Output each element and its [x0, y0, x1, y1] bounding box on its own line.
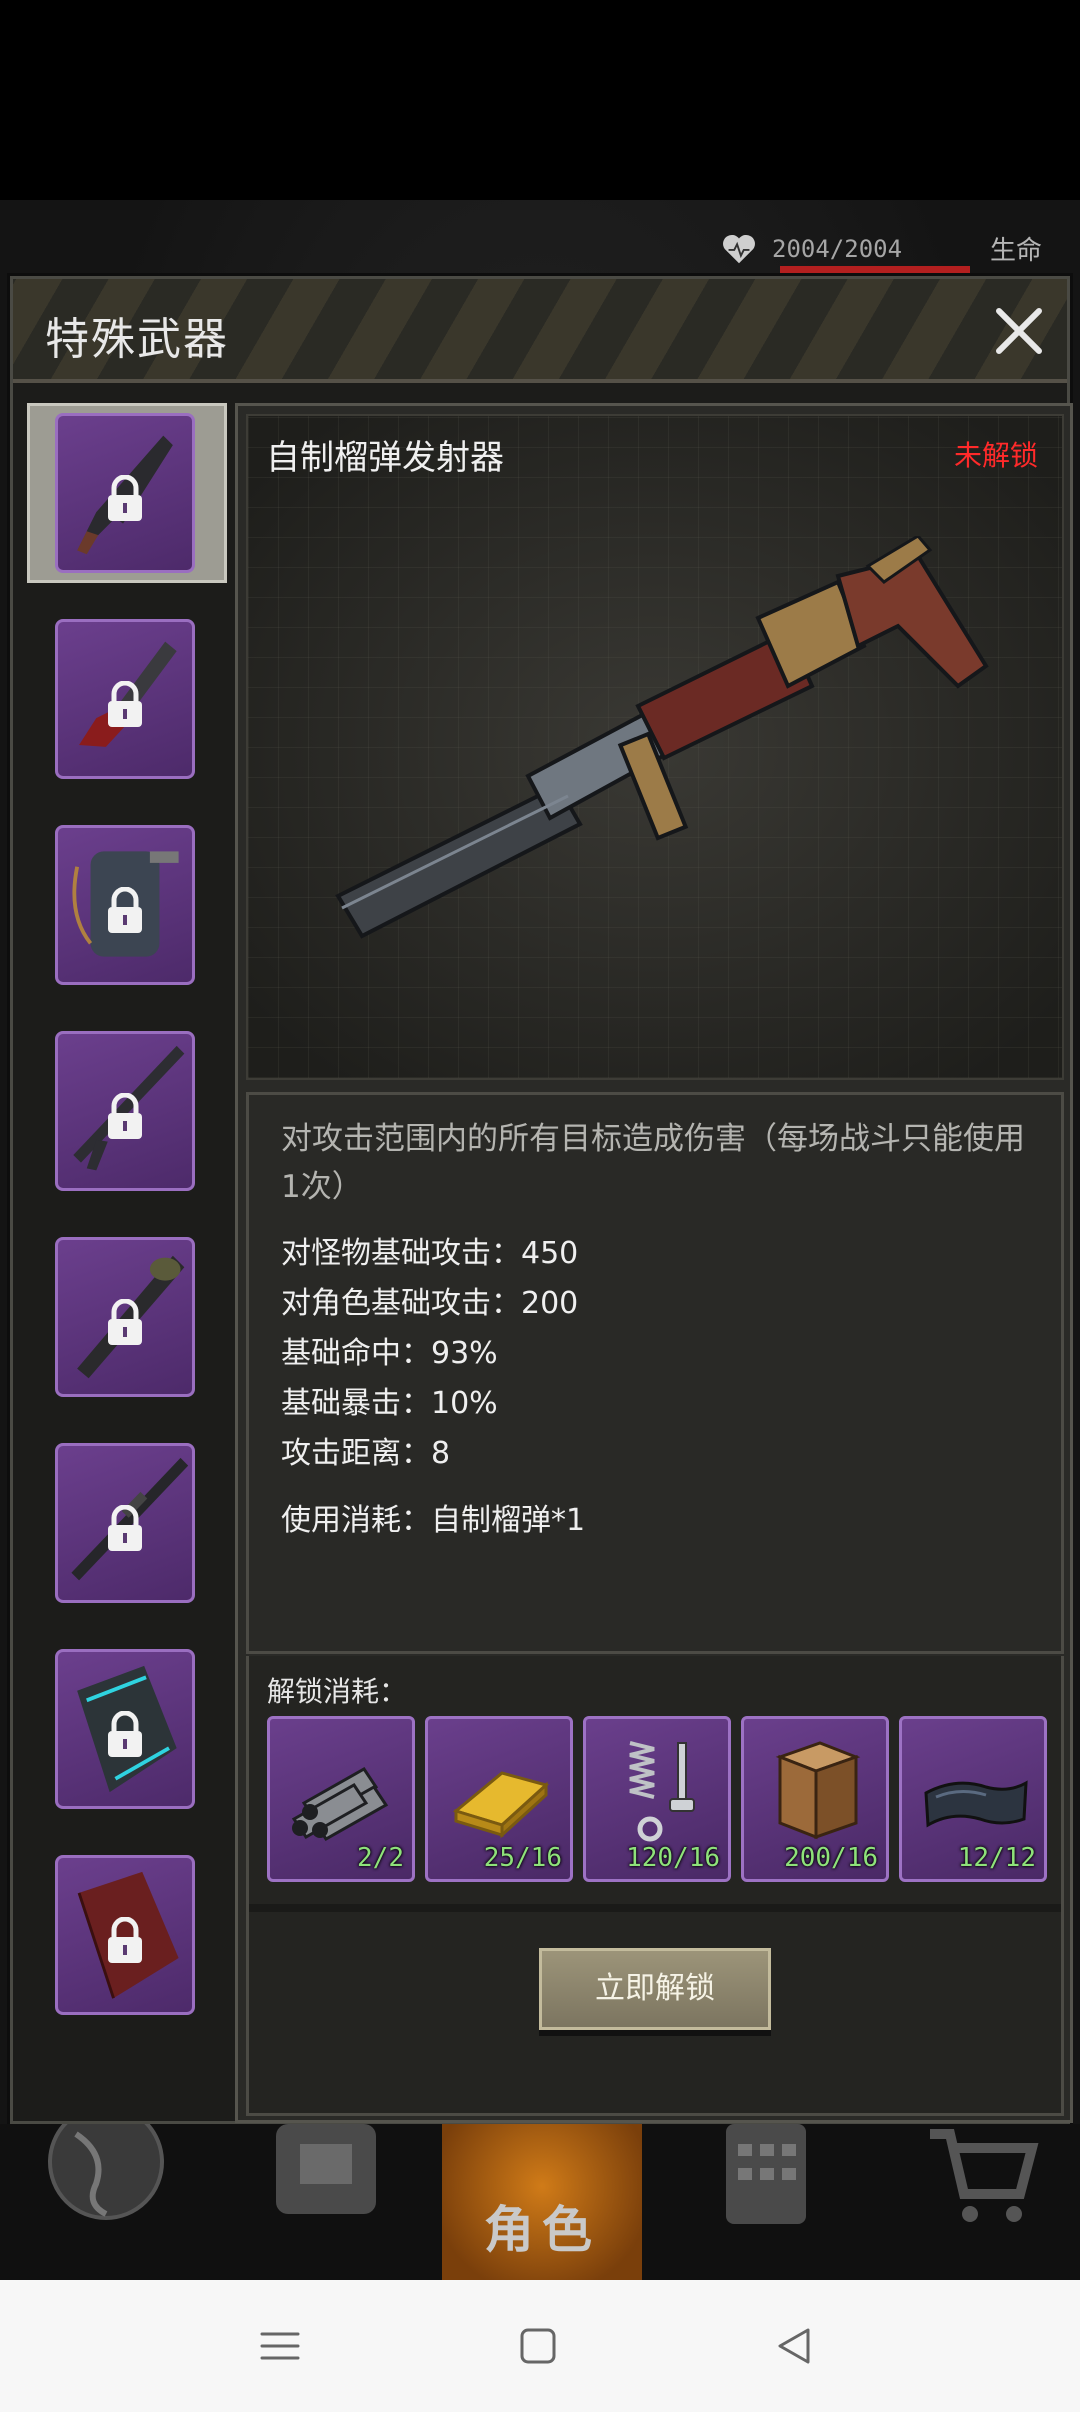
- shopping-cart-icon: [930, 2129, 1039, 2222]
- hp-value: 2004/2004: [772, 235, 903, 263]
- material-slot-wood[interactable]: 200/16: [741, 1716, 889, 1882]
- material-count: 12/12: [957, 1843, 1036, 1873]
- wood-block-icon: [775, 1741, 861, 1840]
- use-cost: 使用消耗：自制榴弹*1: [281, 1503, 586, 1538]
- dialog-title: 特殊武器: [45, 314, 229, 365]
- lock-icon: [108, 1505, 142, 1551]
- cloth-icon: [924, 1780, 1028, 1828]
- weapon-description: 对攻击范围内的所有目标造成伤害（每场战斗只能使用1次）: [281, 1121, 1025, 1205]
- weapon-preview: 自制榴弹发射器 未解锁: [246, 414, 1064, 1080]
- menu-button[interactable]: [250, 2316, 310, 2376]
- material-slot-cloth[interactable]: 12/12: [899, 1716, 1047, 1882]
- weapon-slot-sniper[interactable]: [55, 1443, 195, 1603]
- weapon-info: 对攻击范围内的所有目标造成伤害（每场战斗只能使用1次） 对怪物基础攻击：450 …: [246, 1092, 1064, 1654]
- lock-status-label: 未解锁: [953, 439, 1038, 472]
- spring-bolt-icon: [629, 1741, 695, 1842]
- tab-world-map[interactable]: [46, 2104, 166, 2280]
- material-slot-gold[interactable]: 25/16: [425, 1716, 573, 1882]
- lock-icon: [108, 1711, 142, 1757]
- stat-range: 攻击距离：8: [281, 1436, 451, 1471]
- bottom-tab-bar: 角色: [0, 2104, 1080, 2280]
- material-count: 25/16: [483, 1843, 562, 1873]
- tab-shop[interactable]: [920, 2124, 1040, 2280]
- system-nav-bar: [0, 2280, 1080, 2412]
- back-triangle-icon: [778, 2328, 810, 2364]
- backpack-icon: [276, 2124, 376, 2214]
- weapon-list: [23, 403, 235, 2123]
- close-icon: [996, 308, 1042, 354]
- grenade-launcher-image: [335, 536, 989, 939]
- tab-character[interactable]: 角色: [442, 2124, 642, 2280]
- stat-hit-rate: 基础命中：93%: [281, 1336, 498, 1371]
- stat-monster-attack: 对怪物基础攻击：450: [281, 1236, 579, 1271]
- weapon-slot-cyan-crate[interactable]: [55, 1649, 195, 1809]
- unlock-now-button[interactable]: 立即解锁: [539, 1948, 771, 2030]
- menu-icon: [260, 2332, 300, 2360]
- weapon-slot-rocket-launcher[interactable]: [55, 1237, 195, 1397]
- globe-icon: [48, 2104, 164, 2220]
- material-count: 2/2: [357, 1843, 404, 1873]
- lock-icon: [108, 681, 142, 727]
- hp-label: 生命: [989, 236, 1042, 266]
- material-count: 200/16: [784, 1843, 878, 1873]
- unlock-divider: [249, 1904, 1061, 1912]
- home-square-icon: [520, 2328, 556, 2364]
- stat-character-attack: 对角色基础攻击：200: [281, 1286, 579, 1321]
- weapon-slot-rifle[interactable]: [55, 1031, 195, 1191]
- hp-bar-fill: [780, 266, 970, 274]
- heart-icon: [720, 230, 758, 268]
- weapon-detail-panel: 自制榴弹发射器 未解锁 对攻击范围内的所有目标造成伤害（每场战斗只能使用1次）: [235, 403, 1073, 2123]
- tab-character-label: 角色: [484, 2201, 600, 2259]
- lock-icon: [108, 475, 142, 521]
- lock-icon: [108, 1917, 142, 1963]
- weapon-slot-chainsaw[interactable]: [55, 619, 195, 779]
- material-slot-spring-bolt[interactable]: 120/16: [583, 1716, 731, 1882]
- weapon-slot-red-crate[interactable]: [55, 1855, 195, 2015]
- unlock-area: 解锁消耗： 2/2 25/16 120/16 200/16 12/12 立即解锁: [246, 1656, 1064, 2116]
- weapon-name: 自制榴弹发射器: [266, 438, 504, 478]
- lock-icon: [108, 1093, 142, 1139]
- material-list: 2/2 25/16 120/16 200/16 12/12: [267, 1716, 1047, 1882]
- pipes-icon: [291, 1767, 389, 1841]
- gold-bar-icon: [452, 1771, 550, 1839]
- lock-icon: [108, 887, 142, 933]
- unlock-cost-label: 解锁消耗：: [267, 1675, 408, 1708]
- dialog-header: 特殊武器: [13, 279, 1067, 383]
- weapon-stats: 对怪物基础攻击：450 对角色基础攻击：200 基础命中：93% 基础暴击：10…: [281, 1229, 578, 1479]
- material-slot-pipes[interactable]: 2/2: [267, 1716, 415, 1882]
- material-count: 120/16: [626, 1843, 720, 1873]
- stat-crit-rate: 基础暴击：10%: [281, 1386, 498, 1421]
- hp-status: 2004/2004 生命: [720, 226, 1060, 274]
- back-button[interactable]: [764, 2316, 824, 2376]
- weapon-slot-grenade-launcher[interactable]: [55, 413, 195, 573]
- calculator-icon: [726, 2124, 806, 2224]
- tab-backpack[interactable]: [266, 2124, 386, 2280]
- lock-icon: [108, 1299, 142, 1345]
- weapon-slot-flamethrower[interactable]: [55, 825, 195, 985]
- home-button[interactable]: [508, 2316, 568, 2376]
- tab-calculator[interactable]: [716, 2124, 816, 2280]
- special-weapons-dialog: 特殊武器 自制榴弹发射器 未解锁 对攻击范围内的所有目标造成伤害（每场战斗只能使…: [10, 276, 1073, 2124]
- close-button[interactable]: [989, 301, 1049, 361]
